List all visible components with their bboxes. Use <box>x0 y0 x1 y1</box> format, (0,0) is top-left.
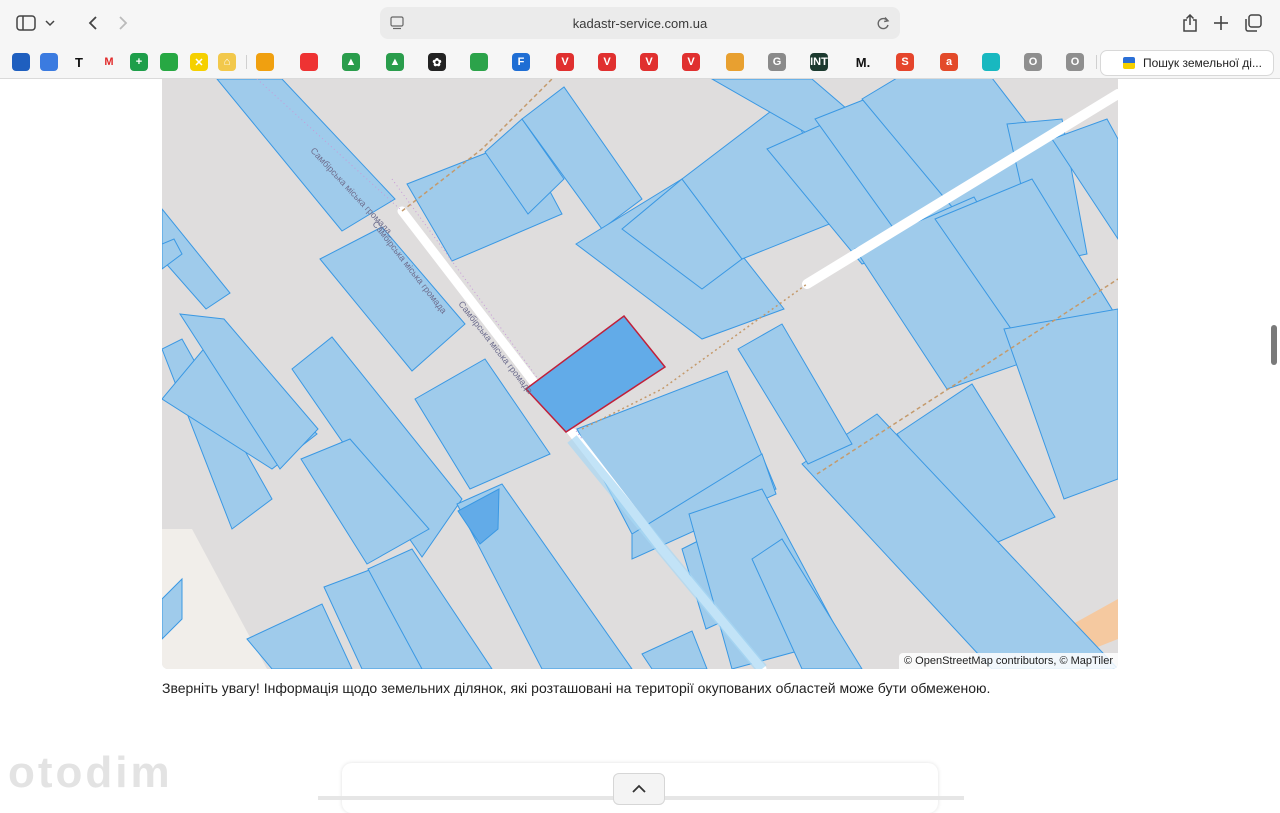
map-attribution: © OpenStreetMap contributors, © MapTiler <box>899 653 1118 669</box>
chevron-left-icon <box>88 16 97 30</box>
collapse-button[interactable] <box>613 773 665 805</box>
reload-icon[interactable] <box>876 15 890 31</box>
page-menu-icon <box>390 16 404 30</box>
bookmarks-bar: T M + ✕ ⌂ ▲ ▲ ✿ F V V V V G INT M. Sa O O Пошук земельної д… <box>0 46 1280 79</box>
bookmark-m-icon[interactable]: M. <box>854 53 872 71</box>
bookmark-drive-icon[interactable]: ▲ <box>386 53 404 71</box>
sidebar-icon <box>16 15 55 31</box>
bookmark-sheets-icon[interactable]: + <box>130 53 148 71</box>
tab-title: Пошук земельної ді... <box>1143 56 1262 70</box>
bookmark-ring-icon[interactable] <box>470 53 488 71</box>
sidebar-toggle-button[interactable] <box>10 10 60 36</box>
address-bar[interactable]: kadastr-service.com.ua <box>380 7 900 39</box>
share-button[interactable] <box>1175 10 1205 36</box>
forward-button[interactable] <box>108 10 138 36</box>
bookmark-int-icon[interactable]: INT <box>810 53 828 71</box>
bookmark-separator <box>246 55 247 69</box>
bookmark-a-icon[interactable]: a <box>940 53 958 71</box>
bookmark-v-icon[interactable]: V <box>556 53 574 71</box>
map-canvas[interactable]: Самбірська міська громада Самбірська міс… <box>162 79 1118 669</box>
bookmark-t-icon[interactable]: T <box>70 53 88 71</box>
chevron-right-icon <box>119 16 128 30</box>
bookmark-chat-icon[interactable] <box>982 53 1000 71</box>
bookmark-separator <box>1096 55 1097 69</box>
plus-icon <box>1214 16 1228 30</box>
chevron-up-icon <box>632 784 646 793</box>
bookmark-house-icon[interactable]: ⌂ <box>218 53 236 71</box>
back-button[interactable] <box>78 10 108 36</box>
bookmark-openai-icon[interactable]: ✿ <box>428 53 446 71</box>
bookmark-red-swoosh-icon[interactable] <box>300 53 318 71</box>
tab-overview-button[interactable] <box>1238 10 1268 36</box>
tabs-icon <box>1245 14 1262 32</box>
bookmark-sun-icon[interactable] <box>256 53 274 71</box>
share-icon <box>1183 14 1197 32</box>
tab-kadastr-search[interactable]: Пошук земельної ді... <box>1100 50 1274 76</box>
watermark: otodim <box>8 748 173 797</box>
new-tab-button[interactable] <box>1206 10 1236 36</box>
url-text: kadastr-service.com.ua <box>572 15 708 31</box>
occupied-areas-notice: Зверніть увагу! Інформація щодо земельни… <box>162 680 991 696</box>
bookmark-o-icon[interactable]: O <box>1024 53 1042 71</box>
browser-toolbar: kadastr-service.com.ua <box>0 0 1280 46</box>
scrollbar-thumb[interactable] <box>1271 325 1277 365</box>
bookmark-s-icon[interactable]: S <box>896 53 914 71</box>
bookmark-raiffeisen-icon[interactable]: ✕ <box>190 53 208 71</box>
bookmark-f-icon[interactable]: F <box>512 53 530 71</box>
ukraine-flag-icon <box>1123 57 1135 69</box>
bookmark-circle-icon[interactable] <box>160 53 178 71</box>
bookmark-v-icon[interactable]: V <box>598 53 616 71</box>
bookmark-butterfly-icon[interactable] <box>40 53 58 71</box>
bookmark-g-icon[interactable]: G <box>768 53 786 71</box>
bookmark-m-icon[interactable]: M <box>100 53 118 71</box>
bookmark-o-icon[interactable]: O <box>1066 53 1084 71</box>
bookmark-drive-icon[interactable]: ▲ <box>342 53 360 71</box>
bookmark-v-icon[interactable]: V <box>682 53 700 71</box>
bookmark-bag-icon[interactable] <box>726 53 744 71</box>
bookmark-camera-icon[interactable] <box>12 53 30 71</box>
bookmark-v-icon[interactable]: V <box>640 53 658 71</box>
cadastral-map[interactable]: Самбірська міська громада Самбірська міс… <box>162 79 1118 669</box>
